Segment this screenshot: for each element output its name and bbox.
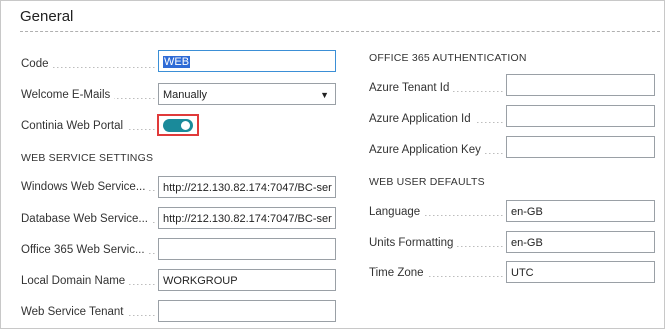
code-label: Code <box>21 56 155 72</box>
section-title: General <box>20 8 74 25</box>
units-formatting-field[interactable]: en-GB <box>506 231 655 253</box>
web-service-settings-heading: WEB SERVICE SETTINGS <box>21 152 154 164</box>
code-field[interactable]: WEB <box>158 50 336 72</box>
time-zone-field[interactable]: UTC <box>506 261 655 283</box>
toggle-knob <box>181 121 190 130</box>
database-web-service-label: Database Web Service... <box>21 211 155 227</box>
web-service-tenant-field[interactable] <box>158 300 336 322</box>
continia-web-portal-toggle[interactable] <box>163 119 193 132</box>
azure-application-key-label: Azure Application Key <box>369 142 503 158</box>
azure-application-key-field[interactable] <box>506 136 655 158</box>
language-value: en-GB <box>511 206 543 218</box>
continia-web-portal-label: Continia Web Portal <box>21 118 155 134</box>
windows-web-service-label: Windows Web Service... <box>21 179 155 195</box>
welcome-emails-select[interactable]: Manually ▼ <box>158 83 336 105</box>
code-value: WEB <box>163 56 191 68</box>
database-web-service-field[interactable]: http://212.130.82.174:7047/BC-ser <box>158 207 336 229</box>
azure-tenant-id-field[interactable] <box>506 74 655 96</box>
time-zone-value: UTC <box>511 267 534 279</box>
local-domain-name-value: WORKGROUP <box>163 275 238 287</box>
units-formatting-label: Units Formatting <box>369 235 503 251</box>
azure-application-id-label: Azure Application Id <box>369 111 503 127</box>
language-field[interactable]: en-GB <box>506 200 655 222</box>
database-web-service-value: http://212.130.82.174:7047/BC-ser <box>163 213 332 225</box>
section-divider <box>20 31 660 32</box>
web-user-defaults-heading: WEB USER DEFAULTS <box>369 176 485 188</box>
units-formatting-value: en-GB <box>511 237 543 249</box>
azure-application-id-field[interactable] <box>506 105 655 127</box>
language-label: Language <box>369 204 503 220</box>
office-365-web-service-field[interactable] <box>158 238 336 260</box>
azure-tenant-id-label: Azure Tenant Id <box>369 80 503 96</box>
vertical-scrollbar[interactable] <box>655 40 663 327</box>
office-365-web-service-label: Office 365 Web Servic... <box>21 242 155 258</box>
windows-web-service-value: http://212.130.82.174:7047/BC-ser <box>163 182 332 194</box>
office-365-authentication-heading: OFFICE 365 AUTHENTICATION <box>369 52 527 64</box>
time-zone-label: Time Zone <box>369 265 503 281</box>
web-service-tenant-label: Web Service Tenant <box>21 304 155 320</box>
local-domain-name-label: Local Domain Name <box>21 273 155 289</box>
chevron-down-icon: ▼ <box>320 90 329 100</box>
welcome-emails-label: Welcome E-Mails <box>21 87 155 103</box>
toggle-highlight <box>157 114 199 136</box>
windows-web-service-field[interactable]: http://212.130.82.174:7047/BC-ser <box>158 176 336 198</box>
local-domain-name-field[interactable]: WORKGROUP <box>158 269 336 291</box>
welcome-emails-value: Manually <box>163 89 208 101</box>
